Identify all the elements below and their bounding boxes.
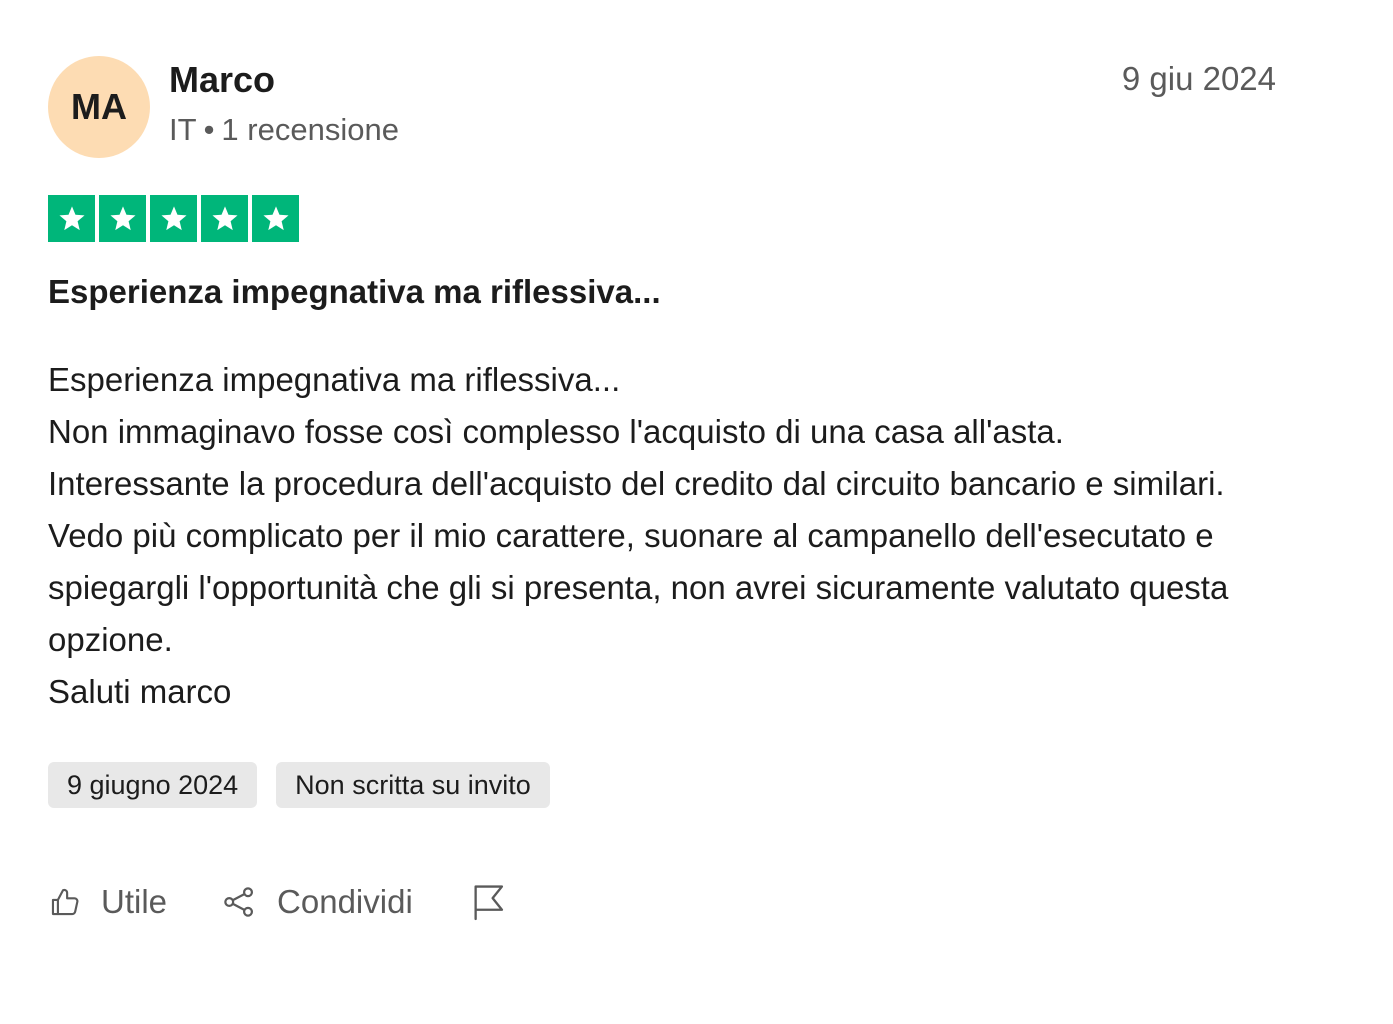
reviewer-country: IT — [169, 112, 197, 147]
review-body-line: Interessante la procedura dell'acquisto … — [48, 465, 1225, 502]
star-icon — [201, 195, 248, 242]
star-rating — [48, 195, 1278, 242]
star-icon — [99, 195, 146, 242]
review-body-line: Esperienza impegnativa ma riflessiva... — [48, 361, 621, 398]
share-icon — [221, 884, 257, 920]
reviewer-meta: IT • 1 recensione — [169, 110, 399, 150]
review-body-line: Saluti marco — [48, 673, 232, 710]
review-body-line: Vedo più complicato per il mio carattere… — [48, 517, 1229, 658]
review-card: MA Marco IT • 1 recensione 9 giu 2024 Espe… — [48, 56, 1278, 924]
report-button[interactable] — [471, 883, 505, 921]
share-label: Condividi — [277, 883, 413, 920]
share-button[interactable]: Condividi — [221, 883, 413, 921]
meta-separator: • — [203, 112, 215, 147]
reviewer-name[interactable]: Marco — [169, 58, 399, 102]
experience-date-badge: 9 giugno 2024 — [48, 762, 258, 808]
invitation-status-badge: Non scritta su invito — [276, 762, 550, 808]
useful-label: Utile — [101, 883, 168, 920]
review-body: Esperienza impegnativa ma riflessiva... … — [48, 354, 1278, 718]
review-date: 9 giu 2024 — [1121, 60, 1276, 97]
review-tags: 9 giugno 2024 Non scritta su invito — [48, 762, 1278, 808]
star-icon — [48, 195, 95, 242]
review-actions: Utile Condividi — [48, 880, 1278, 924]
useful-button[interactable]: Utile — [48, 883, 167, 921]
star-icon — [252, 195, 299, 242]
review-title[interactable]: Esperienza impegnativa ma riflessiva... — [48, 270, 1278, 314]
avatar[interactable]: MA — [48, 56, 150, 158]
flag-icon — [471, 883, 505, 921]
star-icon — [150, 195, 197, 242]
review-body-line: Non immaginavo fosse così complesso l'ac… — [48, 413, 1064, 450]
review-header: MA Marco IT • 1 recensione 9 giu 2024 — [48, 56, 1278, 160]
thumbs-up-icon — [48, 885, 82, 919]
reviewer-review-count: 1 recensione — [221, 112, 399, 147]
reviewer-info: Marco IT • 1 recensione — [169, 58, 399, 150]
